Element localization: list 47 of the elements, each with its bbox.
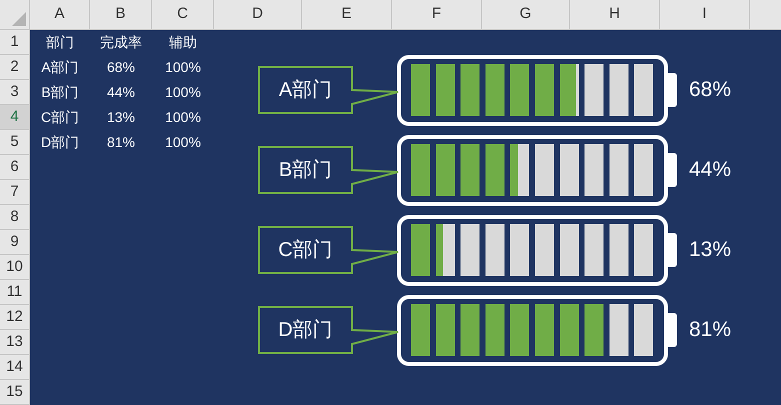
table-cell-text: 100%	[165, 108, 201, 127]
column-header[interactable]: F	[392, 0, 482, 29]
row-header[interactable]: 15	[0, 380, 29, 405]
table-cell-text: 100%	[165, 58, 201, 77]
row-header[interactable]: 5	[0, 130, 29, 155]
table-header-cell-text: 辅助	[169, 33, 197, 52]
row-header[interactable]: 13	[0, 330, 29, 355]
department-label: B部门	[278, 158, 332, 183]
row-header[interactable]: 6	[0, 155, 29, 180]
percent-label: 68%	[689, 77, 732, 104]
select-all-icon[interactable]	[12, 12, 26, 26]
row-header[interactable]: 2	[0, 55, 29, 80]
percent-label: 13%	[689, 237, 732, 264]
department-label: C部门	[278, 238, 333, 263]
table-cell-text: 100%	[165, 133, 201, 152]
column-header[interactable]: E	[302, 0, 392, 29]
table-cell-text: 100%	[165, 83, 201, 102]
column-header[interactable]: B	[90, 0, 152, 29]
row-header[interactable]: 1	[0, 30, 29, 55]
table-cell-text: 68%	[106, 58, 136, 77]
row-header[interactable]: 4	[0, 105, 29, 130]
column-header[interactable]: A	[30, 0, 90, 29]
row-header[interactable]: 11	[0, 280, 29, 305]
row-header[interactable]: 14	[0, 355, 29, 380]
percent-label: 81%	[689, 317, 732, 344]
row-header[interactable]: 9	[0, 230, 29, 255]
column-header[interactable]: C	[152, 0, 214, 29]
column-header[interactable]: I	[660, 0, 750, 29]
department-label: D部门	[278, 318, 333, 343]
table-header-cell-text: 完成率	[100, 33, 142, 52]
department-label: A部门	[278, 78, 332, 103]
table-cell-text: 13%	[106, 108, 136, 127]
table-header-cell-text: 部门	[46, 33, 74, 52]
table-cell-text: 44%	[106, 83, 136, 102]
table-cell-text: D部门	[40, 133, 80, 152]
table-cell-text: C部门	[40, 108, 80, 127]
column-header[interactable]: D	[214, 0, 302, 29]
percent-label: 44%	[689, 157, 732, 184]
row-header[interactable]: 7	[0, 180, 29, 205]
table-cell-text: B部门	[41, 83, 79, 102]
row-header[interactable]: 10	[0, 255, 29, 280]
row-header[interactable]: 12	[0, 305, 29, 330]
table-cell-text: 81%	[106, 133, 136, 152]
table-cell-text: A部门	[41, 58, 79, 77]
row-header[interactable]: 8	[0, 205, 29, 230]
column-header[interactable]: G	[482, 0, 570, 29]
column-header[interactable]: H	[570, 0, 660, 29]
